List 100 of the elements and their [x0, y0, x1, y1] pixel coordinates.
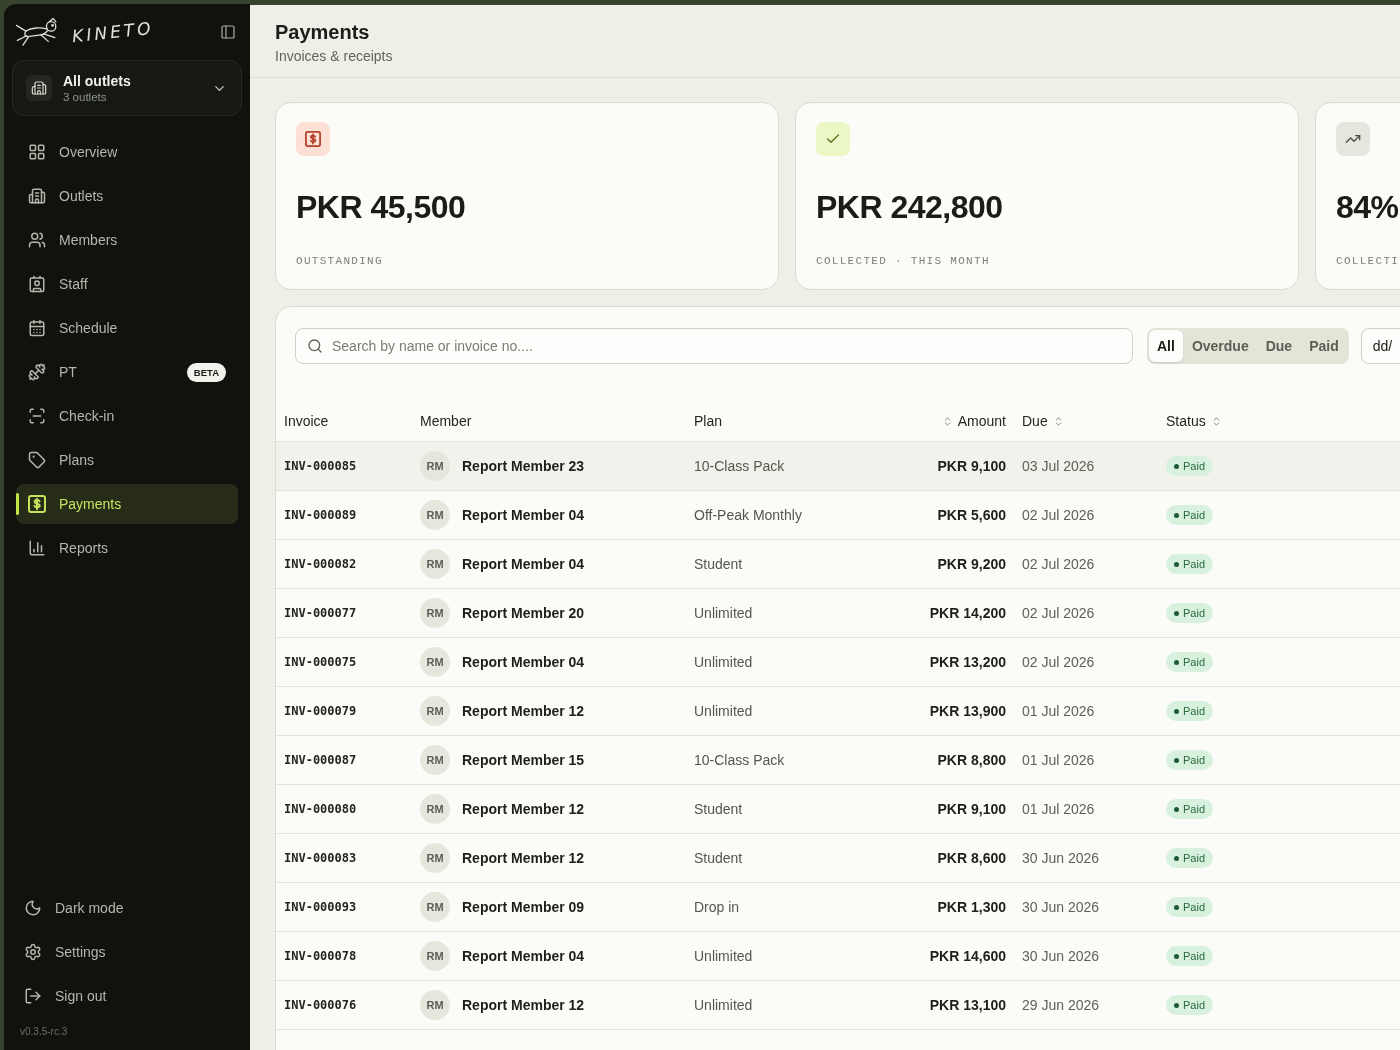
amount: PKR 5,600 [937, 505, 1006, 525]
amount: PKR 13,100 [929, 995, 1006, 1015]
stat-value: 84% [1336, 188, 1399, 227]
nav-item[interactable]: Overview [16, 132, 238, 172]
filter-tab[interactable]: Overdue [1183, 330, 1257, 362]
nav-item[interactable]: Payments [16, 484, 238, 524]
moon-icon [24, 899, 42, 917]
due-date: 30 Jun 2026 [1022, 946, 1100, 966]
dumbbell-icon [28, 363, 46, 381]
due-date: 02 Jul 2026 [1022, 652, 1095, 672]
status-badge: Paid [1166, 750, 1214, 770]
member-name: Report Member 15 [462, 750, 585, 770]
member-name: Report Member 12 [462, 799, 585, 819]
filter-tab[interactable]: Paid [1301, 330, 1347, 362]
member-avatar: RM [420, 647, 450, 677]
status-badge: Paid [1166, 848, 1214, 868]
table-row[interactable]: INV-000085 RM Report Member 23 10-Class Pack PKR 9,100 03 Jul 2026 Paid [276, 442, 1400, 491]
member-name: Report Member 20 [462, 603, 585, 623]
filter-tab[interactable]: Due [1257, 330, 1301, 362]
stat-label: COLLECTI [1336, 254, 1400, 269]
amount: PKR 13,200 [929, 652, 1006, 672]
invoice-number: INV-000089 [284, 507, 357, 524]
brand-name: KINETO [71, 19, 155, 45]
invoice-number: INV-000093 [284, 899, 357, 916]
sidebar-toggle-icon[interactable] [220, 24, 236, 40]
nav-item[interactable]: Schedule [16, 308, 238, 348]
building-icon [28, 187, 46, 205]
plan-name: Unlimited [694, 995, 753, 1015]
sidebar-link[interactable]: Sign out [12, 976, 242, 1016]
member-avatar: RM [420, 451, 450, 481]
plan-name: Student [694, 848, 743, 868]
status-badge: Paid [1166, 554, 1214, 574]
calendar-icon [28, 319, 46, 337]
column-header[interactable]: Amount [941, 411, 1006, 432]
amount: PKR 13,900 [929, 701, 1006, 721]
version-label: v0.3.5-rc.3 [20, 1025, 69, 1039]
member-name: Report Member 12 [462, 701, 585, 721]
due-date: 01 Jul 2026 [1022, 750, 1095, 770]
member-name: Report Member 04 [462, 505, 585, 525]
plan-name: 10-Class Pack [694, 750, 785, 770]
member-avatar: RM [420, 696, 450, 726]
sidebar-link[interactable]: Settings [12, 932, 242, 972]
building-icon [31, 80, 47, 96]
outlet-selector[interactable]: All outlets 3 outlets [12, 60, 242, 116]
amount: PKR 14,200 [929, 603, 1006, 623]
date-field[interactable]: dd/ [1360, 328, 1400, 364]
due-date: 01 Jul 2026 [1022, 701, 1095, 721]
invoice-number: INV-000080 [284, 801, 357, 818]
settings-icon [24, 943, 42, 961]
column-header: Invoice [284, 412, 329, 431]
stat-value: PKR 45,500 [296, 188, 466, 227]
nav-item[interactable]: Staff [16, 264, 238, 304]
users-icon [28, 231, 46, 249]
member-avatar: RM [420, 941, 450, 971]
column-header[interactable]: Due [1022, 411, 1064, 432]
nav-item[interactable]: Reports [16, 528, 238, 568]
member-avatar: RM [420, 794, 450, 824]
plan-name: 10-Class Pack [694, 456, 785, 476]
column-header[interactable]: Status [1166, 411, 1222, 432]
page-subtitle: Invoices & receipts [275, 47, 394, 66]
due-date: 03 Jul 2026 [1022, 456, 1095, 476]
plan-name: Unlimited [694, 603, 753, 623]
member-name: Report Member 09 [462, 897, 585, 917]
nav-item[interactable]: Outlets [16, 176, 238, 216]
due-date: 29 Jun 2026 [1022, 995, 1100, 1015]
logout-icon [24, 987, 42, 1005]
invoice-number: INV-000085 [284, 458, 357, 475]
amount: PKR 9,100 [937, 456, 1006, 476]
nav-item[interactable]: Plans [16, 440, 238, 480]
status-badge: Paid [1166, 505, 1214, 525]
member-avatar: RM [420, 892, 450, 922]
status-badge: Paid [1166, 995, 1214, 1015]
due-date: 30 Jun 2026 [1022, 848, 1100, 868]
member-avatar: RM [420, 990, 450, 1020]
member-avatar: RM [420, 549, 450, 579]
invoice-number: INV-000075 [284, 654, 357, 671]
plan-name: Unlimited [694, 946, 753, 966]
sidebar-link[interactable]: Dark mode [12, 888, 242, 928]
nav-item[interactable]: Members [16, 220, 238, 260]
column-header: Member [420, 412, 472, 431]
member-name: Report Member 04 [462, 554, 585, 574]
due-date: 30 Jun 2026 [1022, 897, 1100, 917]
invoice-number: INV-000076 [284, 997, 357, 1014]
plan-name: Student [694, 799, 743, 819]
invoice-number: INV-000082 [284, 556, 357, 573]
dollar-receipt-icon [305, 131, 321, 147]
nav-item[interactable]: PT BETA [16, 352, 238, 392]
plan-name: Drop in [694, 897, 740, 917]
stat-value: PKR 242,800 [816, 188, 1003, 227]
filter-tab[interactable]: All [1149, 330, 1183, 362]
member-avatar: RM [420, 598, 450, 628]
amount: PKR 9,200 [937, 554, 1006, 574]
tag-icon [28, 451, 46, 469]
plan-name: Off-Peak Monthly [694, 505, 802, 525]
invoice-number: INV-000077 [284, 605, 357, 622]
beta-badge: BETA [186, 362, 226, 382]
search-field[interactable]: Search by name or invoice no.... [295, 328, 1133, 364]
nav-item[interactable]: Check-in [16, 396, 238, 436]
contact-card-icon [28, 275, 46, 293]
amount: PKR 14,600 [929, 946, 1006, 966]
